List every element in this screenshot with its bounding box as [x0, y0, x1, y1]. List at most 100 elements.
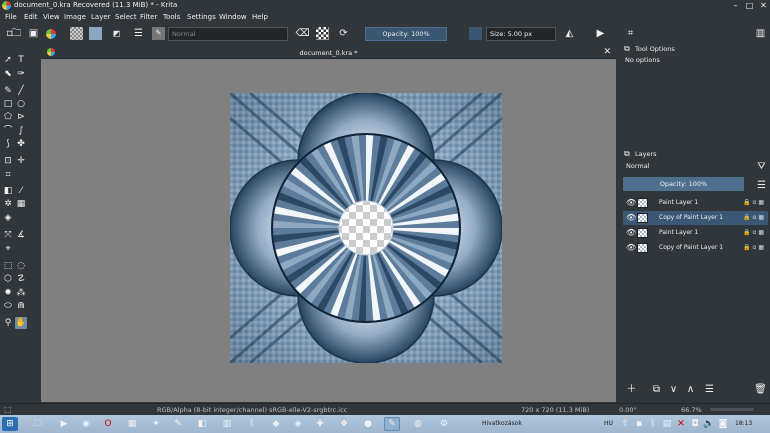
media-player-icon[interactable]: ▶ [56, 417, 72, 431]
fg-bg-color-icon[interactable]: ◩ [110, 27, 123, 40]
pattern-icon[interactable] [70, 27, 83, 40]
security-icon[interactable]: ✕ [676, 417, 686, 431]
tray-icon[interactable]: ◘ [690, 417, 700, 431]
save-icon[interactable]: ▣ [27, 27, 40, 40]
reload-preset-icon[interactable]: ⟳ [337, 27, 350, 40]
menu-window[interactable]: Window [219, 13, 247, 21]
app-icon[interactable]: ● [360, 417, 376, 431]
visibility-eye-icon[interactable]: 👁 [626, 226, 636, 240]
polygonal-selection-tool-icon[interactable]: ⬡ [2, 273, 14, 285]
calligraphy-tool-icon[interactable]: ✑ [15, 68, 27, 80]
multibrush-tool-icon[interactable]: ✤ [15, 138, 27, 150]
selection-icon[interactable]: ⬚ [4, 405, 12, 414]
app-icon[interactable]: ✚ [312, 417, 328, 431]
mirror-horizontal-icon[interactable]: ◭ [563, 27, 576, 40]
bluetooth-icon[interactable]: ᛒ [244, 417, 260, 431]
app-icon[interactable]: ◈ [290, 417, 306, 431]
polyline-tool-icon[interactable]: ⊳ [15, 111, 27, 123]
bluetooth-tray-icon[interactable]: ᛒ [648, 417, 658, 431]
size-field[interactable]: Size: 5.00 px [486, 27, 556, 41]
rectangle-tool-icon[interactable]: □ [2, 98, 14, 110]
edit-shapes-tool-icon[interactable]: ⬉ [2, 68, 14, 80]
menu-settings[interactable]: Settings [187, 13, 216, 21]
start-button-icon[interactable]: ⊞ [2, 417, 18, 431]
layer-row[interactable]: 👁 Copy of Paint Layer 1 🔒 α ▦ [623, 241, 768, 255]
tray-icon[interactable]: ⇧ [620, 417, 630, 431]
layer-blend-mode-select[interactable]: Normal [623, 160, 750, 174]
menu-image[interactable]: Image [64, 13, 86, 21]
assistant-tool-icon[interactable]: ⤧ [2, 229, 14, 241]
play-mirror-icon[interactable]: ▶ [594, 27, 607, 40]
app-icon[interactable]: ◧ [194, 417, 210, 431]
menu-edit[interactable]: Edit [24, 13, 38, 21]
layers-float-icon[interactable]: ⧉ [624, 149, 630, 159]
menu-filter[interactable]: Filter [140, 13, 157, 21]
layer-lock-alpha-icons[interactable]: 🔒 α ▦ [743, 226, 764, 240]
close-window-button[interactable]: ✕ [759, 1, 768, 10]
dock-float-icon[interactable]: ⧉ [624, 44, 630, 54]
brush-settings-icon[interactable]: ☰ [132, 27, 145, 40]
app-icon[interactable]: ▥ [219, 417, 235, 431]
menu-help[interactable]: Help [252, 13, 268, 21]
layer-row[interactable]: 👁 Paint Layer 1 🔒 α ▦ [623, 196, 768, 210]
pan-tool-icon[interactable]: ✋ [15, 317, 27, 329]
tray-icon[interactable]: ◙ [718, 417, 728, 431]
workspace-icon[interactable]: ▥ [754, 27, 767, 40]
app-icon[interactable]: ✦ [148, 417, 164, 431]
fill-tool-icon[interactable]: ◈ [2, 212, 14, 224]
delete-layer-icon[interactable]: 🗑 [754, 383, 767, 396]
tray-icon[interactable]: ▪ [634, 417, 644, 431]
layer-properties-icon[interactable]: ☰ [703, 383, 716, 396]
clock[interactable]: 18:13 [735, 420, 752, 427]
layer-menu-icon[interactable]: ☰ [755, 179, 768, 192]
move-tool-icon[interactable]: ✛ [15, 155, 27, 167]
move-layer-up-icon[interactable]: ∧ [684, 383, 697, 396]
freehand-path-tool-icon[interactable]: ∫ [15, 125, 27, 137]
document-tab[interactable]: document_0.kra * ✕ [41, 47, 616, 59]
color-selector-icon[interactable] [46, 29, 56, 39]
maximize-button[interactable]: □ [745, 1, 754, 10]
transform-tool-icon[interactable]: ⊡ [2, 155, 14, 167]
minimize-button[interactable]: – [731, 1, 740, 10]
zoom-tool-icon[interactable]: ⚲ [2, 317, 14, 329]
eraser-icon[interactable]: ⌫ [295, 27, 309, 40]
browser-icon[interactable]: ◉ [78, 417, 94, 431]
visibility-eye-icon[interactable]: 👁 [626, 196, 636, 210]
opera-icon[interactable]: O [100, 417, 116, 431]
app-icon[interactable]: ▦ [124, 417, 140, 431]
measure-tool-icon[interactable]: ∡ [15, 229, 27, 241]
quick-links-label[interactable]: Hivatkozások [482, 420, 522, 427]
rectangular-selection-tool-icon[interactable]: ⬚ [2, 260, 14, 272]
duplicate-layer-icon[interactable]: ⧉ [650, 383, 663, 396]
select-shape-tool-icon[interactable]: ➚ [2, 54, 14, 66]
magnetic-selection-tool-icon[interactable]: ⋒ [15, 300, 27, 312]
gradient-icon[interactable] [89, 27, 102, 40]
zoom-slider[interactable] [710, 408, 754, 411]
visibility-eye-icon[interactable]: 👁 [626, 241, 636, 255]
blend-mode-select[interactable]: Normal [168, 27, 288, 41]
flow-swatch[interactable] [469, 27, 482, 40]
gradient-tool-icon[interactable]: ◧ [2, 185, 14, 197]
rotation-status[interactable]: 0.00° [619, 406, 637, 414]
layer-row[interactable]: 👁 Paint Layer 1 🔒 α ▦ [623, 226, 768, 240]
brush-preset-icon[interactable]: ✎ [152, 27, 165, 40]
crop-tool-icon[interactable]: ⌗ [2, 169, 14, 181]
network-icon[interactable]: ▤ [662, 417, 672, 431]
opacity-field[interactable]: Opacity: 100% [365, 27, 447, 41]
volume-icon[interactable]: 🔈 [703, 417, 714, 431]
app-icon[interactable]: ⚙ [436, 417, 452, 431]
menu-layer[interactable]: Layer [91, 13, 111, 21]
move-layer-down-icon[interactable]: ∨ [667, 383, 680, 396]
similar-selection-tool-icon[interactable]: ⁂ [15, 287, 27, 299]
text-tool-icon[interactable]: T [15, 54, 27, 66]
colorize-mask-tool-icon[interactable]: ▦ [15, 198, 27, 210]
artwork-canvas[interactable] [230, 93, 502, 363]
visibility-eye-icon[interactable]: 👁 [626, 211, 636, 225]
freehand-selection-tool-icon[interactable]: ☡ [15, 273, 27, 285]
close-document-icon[interactable]: ✕ [603, 47, 611, 57]
app-icon[interactable]: ❖ [336, 417, 352, 431]
reference-tool-icon[interactable]: ⌖ [2, 243, 14, 255]
app-icon[interactable]: ✎ [170, 417, 186, 431]
freehand-brush-tool-icon[interactable]: ✎ [2, 85, 14, 97]
language-indicator[interactable]: HU [604, 420, 613, 427]
